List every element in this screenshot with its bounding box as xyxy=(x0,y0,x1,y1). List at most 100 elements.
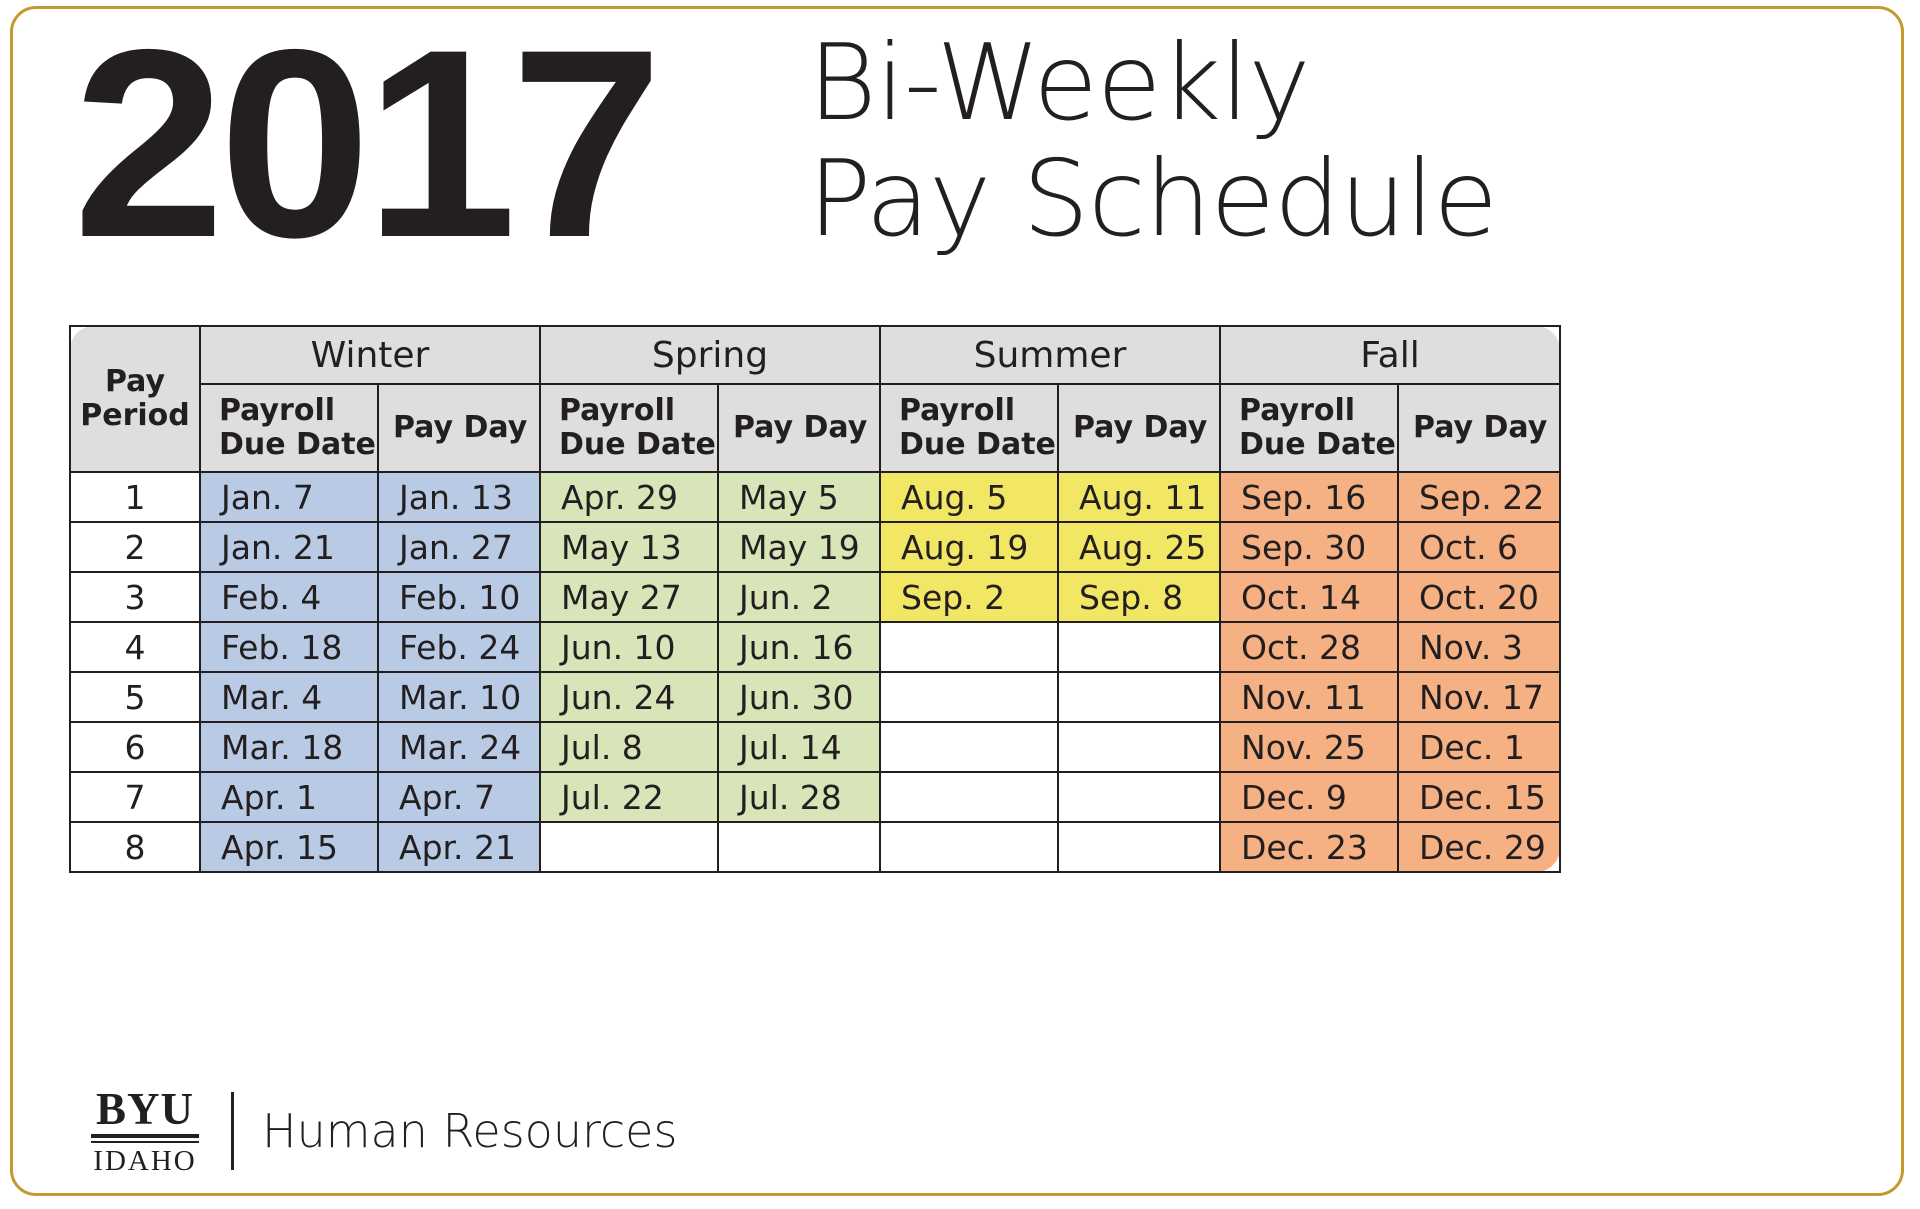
table-row: 6 Mar. 18 Mar. 24 Jul. 8 Jul. 14 Nov. 25 Dec. … xyxy=(69,721,1562,773)
title-line-1: Bi-Weekly xyxy=(808,22,1311,144)
winter-due-date-cell: Jan. 21 xyxy=(199,521,379,573)
summer-due-date-cell: Aug. 19 xyxy=(879,521,1059,573)
spring-due-date-cell: May 13 xyxy=(539,521,719,573)
summer-pay-day-cell xyxy=(1056,721,1222,773)
spring-pay-day-cell xyxy=(717,821,881,873)
due-header-line-1: Payroll xyxy=(1239,393,1356,428)
fall-due-date-cell: Sep. 30 xyxy=(1219,521,1400,573)
spring-due-date-cell: Jul. 22 xyxy=(539,771,719,823)
pay-schedule-table: Pay Period Winter Spring Summer Fall Pay… xyxy=(69,325,1562,873)
spring-due-date-cell: Apr. 29 xyxy=(539,471,719,523)
summer-due-date-cell: Aug. 5 xyxy=(879,471,1059,523)
fall-due-date-cell: Oct. 28 xyxy=(1219,621,1400,673)
spring-pay-day-cell: May 19 xyxy=(717,521,881,573)
pay-period-cell: 1 xyxy=(69,471,201,523)
pay-period-cell: 7 xyxy=(69,771,201,823)
pay-period-cell: 5 xyxy=(69,671,201,723)
spring-pay-day-cell: Jun. 2 xyxy=(717,571,881,623)
spring-due-date-cell: Jun. 24 xyxy=(539,671,719,723)
summer-due-date-cell xyxy=(879,721,1059,773)
document-card: 2017 Bi-Weekly Pay Schedule Pay Period W… xyxy=(10,6,1904,1196)
pay-period-cell: 6 xyxy=(69,721,201,773)
fall-due-date-header: Payroll Due Date xyxy=(1219,383,1400,473)
winter-due-date-cell: Mar. 18 xyxy=(199,721,379,773)
summer-due-date-cell xyxy=(879,771,1059,823)
table-row: 1 Jan. 7 Jan. 13 Apr. 29 May 5 Aug. 5 Aug. 11 S… xyxy=(69,471,1562,523)
fall-pay-day-cell: Nov. 3 xyxy=(1397,621,1562,673)
winter-pay-day-cell: Feb. 24 xyxy=(377,621,541,673)
due-header-line-1: Payroll xyxy=(899,393,1016,428)
summer-pay-day-cell: Sep. 8 xyxy=(1056,571,1222,623)
winter-pay-day-cell: Mar. 10 xyxy=(377,671,541,723)
pay-period-header-line-2: Period xyxy=(80,398,190,433)
due-header-line-1: Payroll xyxy=(559,393,676,428)
spring-due-date-cell: May 27 xyxy=(539,571,719,623)
fall-due-date-cell: Nov. 11 xyxy=(1219,671,1400,723)
spring-due-date-cell: Jun. 10 xyxy=(539,621,719,673)
summer-due-date-cell xyxy=(879,671,1059,723)
table-row: 4 Feb. 18 Feb. 24 Jun. 10 Jun. 16 Oct. 28 Nov.… xyxy=(69,621,1562,673)
season-header-row: Pay Period Winter Spring Summer Fall xyxy=(69,325,1562,473)
fall-due-date-cell: Dec. 9 xyxy=(1219,771,1400,823)
pay-period-cell: 3 xyxy=(69,571,201,623)
winter-due-date-cell: Mar. 4 xyxy=(199,671,379,723)
table-row: 3 Feb. 4 Feb. 10 May 27 Jun. 2 Sep. 2 Sep. 8 Oc… xyxy=(69,571,1562,623)
title-line-2: Pay Schedule xyxy=(808,138,1498,260)
winter-due-date-cell: Apr. 15 xyxy=(199,821,379,873)
pay-period-cell: 2 xyxy=(69,521,201,573)
title-heading: Bi-Weekly Pay Schedule xyxy=(808,25,1848,257)
spring-pay-day-cell: Jun. 16 xyxy=(717,621,881,673)
season-header-winter: Winter xyxy=(199,325,541,385)
due-header-line-2: Due Date xyxy=(219,427,376,462)
fall-pay-day-cell: Oct. 20 xyxy=(1397,571,1562,623)
summer-pay-day-cell xyxy=(1056,771,1222,823)
summer-pay-day-cell xyxy=(1056,671,1222,723)
logo-idaho-text: IDAHO xyxy=(93,1145,197,1177)
table-row: 5 Mar. 4 Mar. 10 Jun. 24 Jun. 30 Nov. 11 Nov. … xyxy=(69,671,1562,723)
pay-period-cell: 8 xyxy=(69,821,201,873)
fall-due-date-cell: Oct. 14 xyxy=(1219,571,1400,623)
summer-due-date-cell xyxy=(879,821,1059,873)
winter-pay-day-cell: Mar. 24 xyxy=(377,721,541,773)
table-row: 8 Apr. 15 Apr. 21 Dec. 23 Dec. 29 xyxy=(69,821,1562,873)
fall-pay-day-cell: Dec. 29 xyxy=(1397,821,1562,873)
pay-period-cell: 4 xyxy=(69,621,201,673)
table-row: 2 Jan. 21 Jan. 27 May 13 May 19 Aug. 19 Aug. 2… xyxy=(69,521,1562,573)
winter-due-date-header: Payroll Due Date xyxy=(199,383,379,473)
winter-pay-day-cell: Apr. 21 xyxy=(377,821,541,873)
season-header-summer: Summer xyxy=(878,325,1222,385)
spring-pay-day-cell: Jun. 30 xyxy=(717,671,881,723)
byu-idaho-logo: BYU IDAHO xyxy=(91,1086,199,1176)
title-block: 2017 Bi-Weekly Pay Schedule xyxy=(73,9,1853,307)
fall-pay-day-header: Pay Day xyxy=(1397,383,1562,473)
footer-divider xyxy=(231,1092,234,1170)
due-header-line-1: Payroll xyxy=(219,393,336,428)
winter-due-date-cell: Feb. 18 xyxy=(199,621,379,673)
winter-pay-day-cell: Apr. 7 xyxy=(377,771,541,823)
summer-due-date-cell xyxy=(879,621,1059,673)
spring-pay-day-cell: Jul. 28 xyxy=(717,771,881,823)
pay-period-header: Pay Period xyxy=(69,325,201,473)
summer-pay-day-cell: Aug. 11 xyxy=(1056,471,1222,523)
fall-pay-day-cell: Dec. 15 xyxy=(1397,771,1562,823)
pay-schedule-table-wrapper: Pay Period Winter Spring Summer Fall Pay… xyxy=(69,325,1562,873)
spring-due-date-header: Payroll Due Date xyxy=(539,383,719,473)
logo-rule xyxy=(91,1134,199,1143)
winter-due-date-cell: Jan. 7 xyxy=(199,471,379,523)
winter-due-date-cell: Feb. 4 xyxy=(199,571,379,623)
season-header-spring: Spring xyxy=(539,325,881,385)
winter-pay-day-cell: Jan. 13 xyxy=(377,471,541,523)
summer-due-date-header: Payroll Due Date xyxy=(879,383,1059,473)
summer-pay-day-cell xyxy=(1056,621,1222,673)
fall-pay-day-cell: Sep. 22 xyxy=(1397,471,1562,523)
pay-schedule-body: 1 Jan. 7 Jan. 13 Apr. 29 May 5 Aug. 5 Aug. 11 S… xyxy=(69,471,1562,873)
season-header-fall: Fall xyxy=(1219,325,1562,385)
year-heading: 2017 xyxy=(73,0,663,293)
spring-pay-day-cell: May 5 xyxy=(717,471,881,523)
summer-due-date-cell: Sep. 2 xyxy=(879,571,1059,623)
spring-pay-day-header: Pay Day xyxy=(717,383,881,473)
summer-pay-day-header: Pay Day xyxy=(1056,383,1222,473)
fall-due-date-cell: Nov. 25 xyxy=(1219,721,1400,773)
logo-byu-text: BYU xyxy=(95,1084,194,1134)
fall-pay-day-cell: Oct. 6 xyxy=(1397,521,1562,573)
